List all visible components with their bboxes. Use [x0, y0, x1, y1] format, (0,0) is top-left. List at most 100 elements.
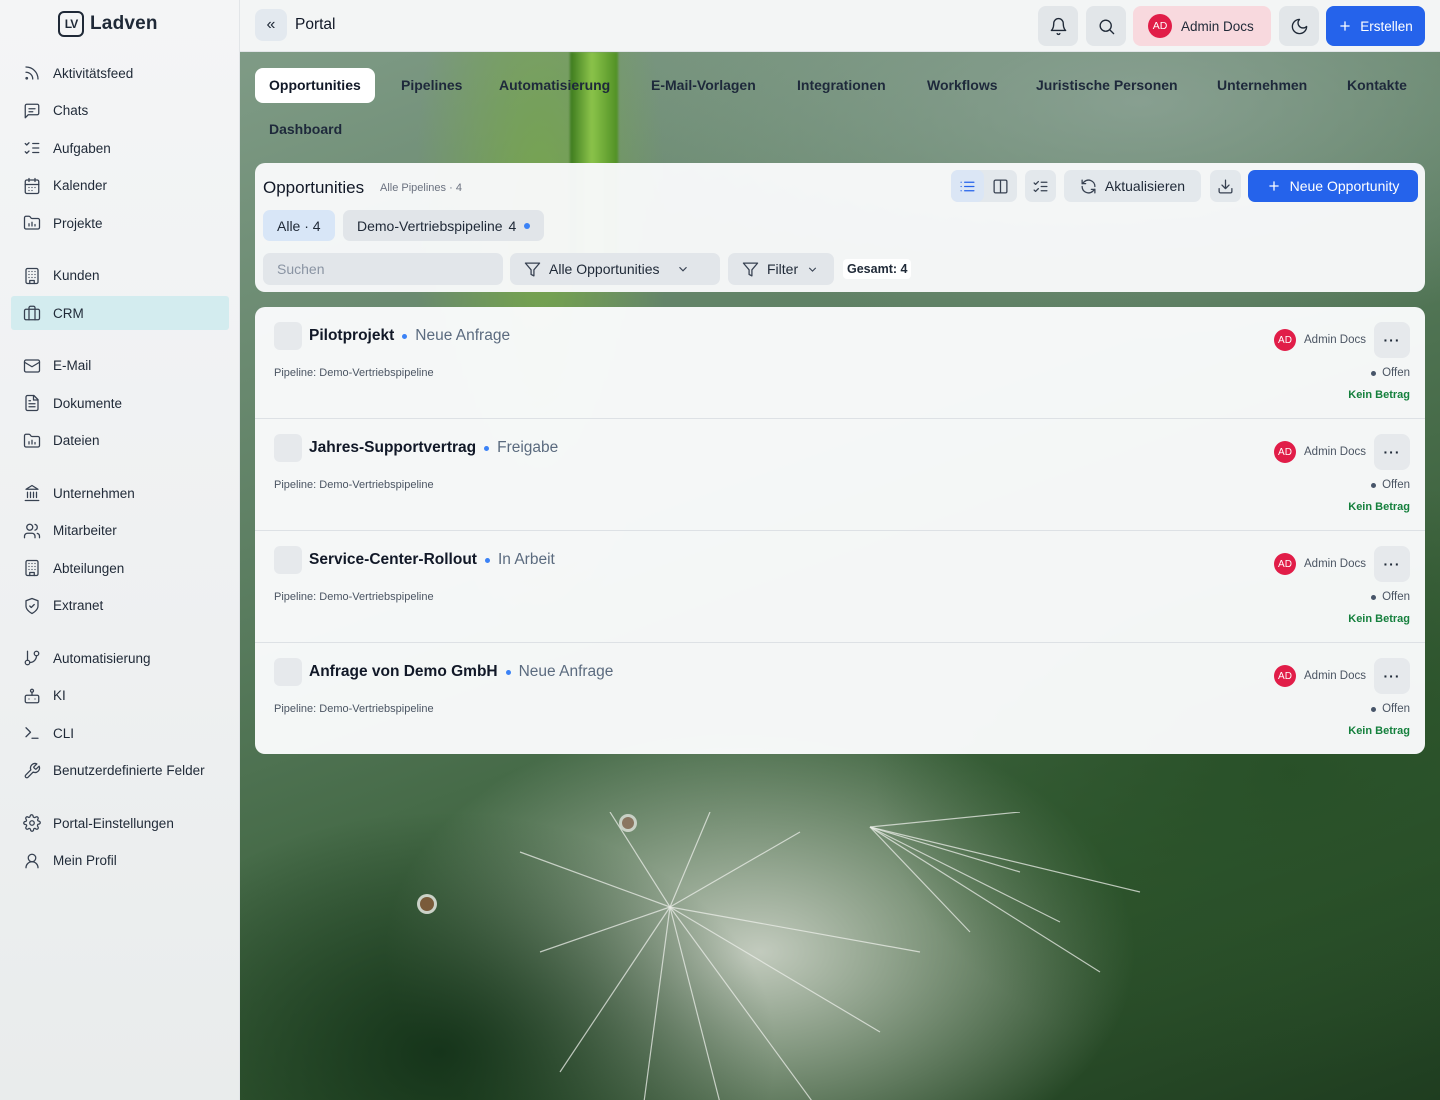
sidebar-nav: Aktivitätsfeed Chats Aufgaben Kalender Proje… [11, 56, 229, 881]
plus-icon [1268, 181, 1279, 191]
sidebar-item-dateien[interactable]: Dateien [11, 424, 229, 458]
search-input[interactable] [263, 253, 503, 285]
opportunity-owner: AD Admin Docs [1274, 329, 1366, 351]
pipeline-filter-all[interactable]: Alle · 4 [263, 210, 335, 241]
more-actions-button[interactable]: ··· [1374, 658, 1410, 694]
more-actions-button[interactable]: ··· [1374, 434, 1410, 470]
bulk-select-button[interactable] [1025, 170, 1056, 202]
opportunity-owner: AD Admin Docs [1274, 441, 1366, 463]
more-actions-button[interactable]: ··· [1374, 322, 1410, 358]
sidebar-item-dokumente[interactable]: Dokumente [11, 386, 229, 420]
opportunity-title-group: Anfrage von Demo GmbH Neue Anfrage [309, 663, 613, 681]
stage-dot [484, 557, 490, 563]
opportunity-row[interactable]: Jahres-Supportvertrag Freigabe Pipeline: D… [255, 419, 1425, 531]
sidebar-item-benutzerdefinierte-felder[interactable]: Benutzerdefinierte Felder [11, 754, 229, 788]
chat-icon [24, 103, 40, 118]
topbar: « Portal AD Admin Docs Erstellen [240, 0, 1440, 52]
collapse-sidebar-button[interactable]: « [255, 9, 287, 41]
sidebar-item-cli[interactable]: CLI [11, 716, 229, 750]
tab-pipelines[interactable]: Pipelines [387, 68, 476, 103]
refresh-button[interactable]: Aktualisieren [1064, 170, 1201, 202]
stage-dot [402, 333, 408, 339]
tab-dashboard[interactable]: Dashboard [255, 112, 356, 147]
tab-unternehmen[interactable]: Unternehmen [1203, 68, 1321, 103]
sidebar-item-unternehmen[interactable]: Unternehmen [11, 476, 229, 510]
pipeline-filter-demo[interactable]: Demo-Vertriebspipeline 4 [343, 210, 545, 241]
tab-e-mail-vorlagen[interactable]: E-Mail-Vorlagen [637, 68, 770, 103]
sidebar-item-chats[interactable]: Chats [11, 94, 229, 128]
stage-dot [505, 669, 511, 675]
more-actions-button[interactable]: ··· [1374, 546, 1410, 582]
scope-label: Alle Opportunities [549, 261, 660, 277]
wrench-icon [24, 762, 41, 778]
sidebar-item-aktivitätsfeed[interactable]: Aktivitätsfeed [11, 56, 229, 90]
sidebar-item-e-mail[interactable]: E-Mail [11, 349, 229, 383]
row-checkbox[interactable] [274, 546, 302, 574]
sidebar-item-kunden[interactable]: Kunden [11, 259, 229, 293]
opportunity-row[interactable]: Pilotprojekt Neue Anfrage Pipeline: Demo-V… [255, 307, 1425, 419]
sidebar-item-label: Kalender [53, 178, 108, 193]
row-checkbox[interactable] [274, 322, 302, 350]
tab-kontakte[interactable]: Kontakte [1333, 68, 1421, 103]
tab-opportunities[interactable]: Opportunities [255, 68, 375, 103]
filter-icon [742, 261, 759, 277]
board-view-button[interactable] [984, 170, 1017, 202]
row-checkbox[interactable] [274, 658, 302, 686]
bank-icon [24, 484, 40, 502]
sidebar-item-kalender[interactable]: Kalender [11, 169, 229, 203]
search-button[interactable] [1086, 6, 1126, 46]
sidebar-item-label: Kunden [53, 268, 100, 283]
app-name: Ladven [90, 13, 158, 34]
tab-juristische-personen[interactable]: Juristische Personen [1022, 68, 1192, 103]
list-icon [960, 181, 975, 191]
nav-separator [11, 626, 229, 641]
status-label: Offen [1382, 703, 1410, 715]
sidebar-item-mitarbeiter[interactable]: Mitarbeiter [11, 514, 229, 548]
sidebar-item-label: Benutzerdefinierte Felder [53, 763, 205, 778]
opportunity-title[interactable]: Jahres-Supportvertrag [309, 439, 476, 457]
user-menu-button[interactable]: AD Admin Docs [1133, 6, 1271, 46]
opportunity-row[interactable]: Service-Center-Rollout In Arbeit Pipeline:… [255, 531, 1425, 643]
panel-title: Opportunities [263, 178, 365, 197]
sidebar-item-portal-einstellungen[interactable]: Portal-Einstellungen [11, 806, 229, 840]
logo-mark: LV [58, 11, 84, 37]
create-label: Erstellen [1360, 18, 1413, 34]
tab-workflows[interactable]: Workflows [913, 68, 1012, 103]
opportunity-title-group: Jahres-Supportvertrag Freigabe [309, 439, 558, 457]
filter-dropdown[interactable]: Filter [728, 253, 834, 285]
sidebar-item-projekte[interactable]: Projekte [11, 206, 229, 240]
notifications-button[interactable] [1038, 6, 1078, 46]
export-button[interactable] [1210, 170, 1241, 202]
sidebar-item-label: Extranet [53, 598, 104, 613]
calendar-icon [24, 177, 40, 194]
row-checkbox[interactable] [274, 434, 302, 462]
sidebar-item-automatisierung[interactable]: Automatisierung [11, 641, 229, 675]
create-button[interactable]: Erstellen [1326, 6, 1425, 46]
owner-name: Admin Docs [1304, 446, 1366, 458]
sidebar-item-aufgaben[interactable]: Aufgaben [11, 131, 229, 165]
opportunity-owner: AD Admin Docs [1274, 553, 1366, 575]
opportunity-title[interactable]: Pilotprojekt [309, 327, 394, 345]
opportunity-row[interactable]: Anfrage von Demo GmbH Neue Anfrage Pipelin… [255, 643, 1425, 754]
chevron-down-icon [808, 266, 817, 272]
opportunity-stage: In Arbeit [497, 551, 555, 568]
nav-separator [11, 244, 229, 259]
tab-integrationen[interactable]: Integrationen [783, 68, 900, 103]
owner-name: Admin Docs [1304, 670, 1366, 682]
sidebar-item-extranet[interactable]: Extranet [11, 589, 229, 623]
sidebar-item-mein-profil[interactable]: Mein Profil [11, 844, 229, 878]
sidebar-item-ki[interactable]: KI [11, 679, 229, 713]
opportunity-title[interactable]: Service-Center-Rollout [309, 551, 477, 569]
list-view-button[interactable] [951, 170, 984, 202]
opportunity-scope-dropdown[interactable]: Alle Opportunities [510, 253, 720, 285]
avatar: AD [1274, 553, 1296, 575]
sidebar-item-abteilungen[interactable]: Abteilungen [11, 551, 229, 585]
opportunity-title[interactable]: Anfrage von Demo GmbH [309, 663, 498, 681]
app-logo[interactable]: LV Ladven [58, 11, 158, 37]
new-opportunity-button[interactable]: Neue Opportunity [1248, 170, 1418, 202]
sidebar-item-crm[interactable]: CRM [11, 296, 229, 330]
opportunity-status: Offen [1371, 367, 1410, 379]
theme-toggle-button[interactable] [1279, 6, 1319, 46]
ellipsis-icon: ··· [1383, 668, 1401, 684]
tab-automatisierung[interactable]: Automatisierung [485, 68, 624, 103]
